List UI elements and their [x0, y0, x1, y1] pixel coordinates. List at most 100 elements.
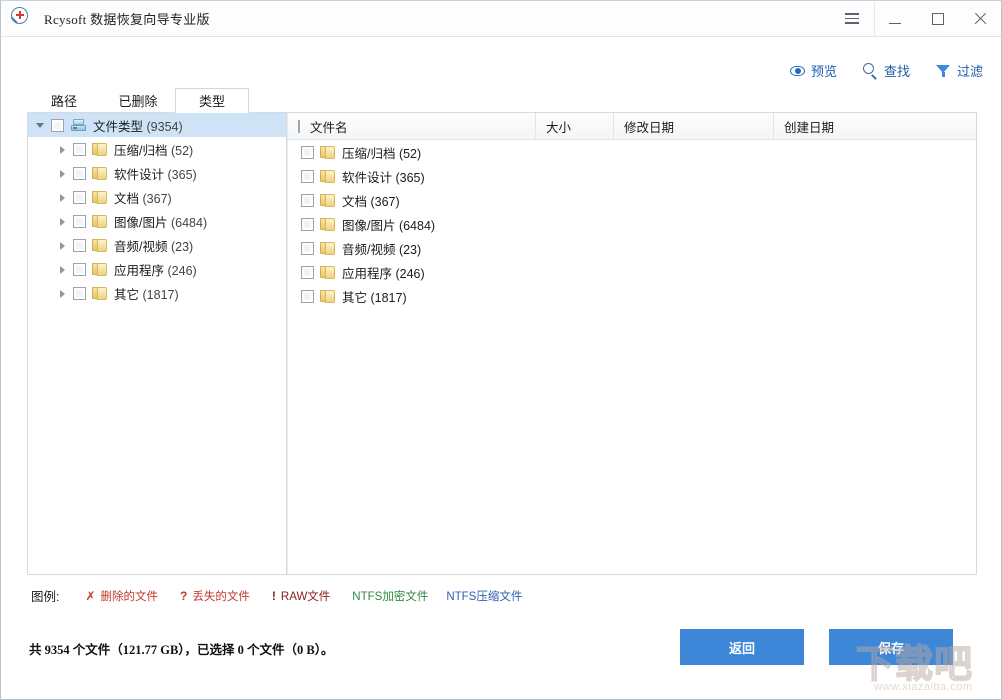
list-item[interactable]: 音频/视频 (23)	[288, 236, 976, 260]
tree-item-label: 软件设计 (365)	[114, 164, 197, 183]
chevron-right-icon[interactable]	[56, 166, 70, 180]
chevron-right-icon[interactable]	[56, 286, 70, 300]
tree-item-name: 应用程序	[114, 264, 164, 278]
maximize-button[interactable]	[917, 1, 959, 36]
select-all-checkbox[interactable]	[298, 120, 300, 133]
hamburger-menu-icon[interactable]	[830, 1, 874, 36]
column-header-size[interactable]: 大小	[536, 113, 614, 139]
back-button[interactable]: 返回	[680, 629, 804, 665]
toolbar-filter-button[interactable]: 过滤	[936, 61, 983, 80]
file-list[interactable]: 文件名 大小 修改日期 创建日期 压缩/归档 (52) 软件设计 (365) 文…	[288, 113, 976, 574]
list-item[interactable]: 文档 (367)	[288, 188, 976, 212]
file-type-tree[interactable]: 文件类型 (9354) 压缩/归档 (52) 软件设计 (36	[28, 113, 287, 574]
legend-title: 图例:	[31, 586, 59, 605]
tree-item-count: (246)	[168, 264, 197, 278]
tree-root-name: 文件类型	[93, 120, 143, 134]
column-header-filename[interactable]: 文件名	[300, 113, 536, 139]
legend-label-deleted: 删除的文件	[101, 588, 159, 604]
view-tabs: 路径 已删除 类型	[27, 87, 249, 113]
column-header-created[interactable]: 创建日期	[774, 113, 976, 139]
tab-deleted[interactable]: 已删除	[101, 88, 175, 113]
list-item[interactable]: 其它 (1817)	[288, 284, 976, 308]
chevron-right-icon[interactable]	[56, 142, 70, 156]
list-item-checkbox[interactable]	[301, 146, 314, 159]
folder-icon	[92, 262, 108, 276]
raw-mark-icon: !	[272, 589, 276, 603]
tree-item-checkbox[interactable]	[73, 239, 86, 252]
drive-icon	[70, 118, 87, 133]
search-icon	[863, 63, 878, 78]
tree-root-checkbox[interactable]	[51, 119, 64, 132]
folder-icon	[92, 286, 108, 300]
tree-root-label: 文件类型 (9354)	[93, 116, 183, 135]
folder-icon	[320, 145, 336, 159]
list-item-checkbox[interactable]	[301, 242, 314, 255]
chevron-right-icon[interactable]	[56, 190, 70, 204]
toolbar-filter-label: 过滤	[957, 61, 983, 80]
list-item[interactable]: 压缩/归档 (52)	[288, 140, 976, 164]
close-button[interactable]	[959, 1, 1001, 36]
select-all-cell[interactable]	[288, 113, 300, 139]
tree-item-checkbox[interactable]	[73, 167, 86, 180]
tree-item-name: 其它	[114, 288, 139, 302]
tree-root-count: (9354)	[147, 120, 183, 134]
tab-type-label: 类型	[199, 91, 225, 110]
deleted-mark-icon: ✗	[85, 589, 95, 603]
chevron-down-icon[interactable]	[34, 118, 48, 132]
tree-row[interactable]: 压缩/归档 (52)	[28, 137, 286, 161]
list-item-name: 压缩/归档 (52)	[342, 143, 421, 162]
list-item[interactable]: 软件设计 (365)	[288, 164, 976, 188]
tree-row[interactable]: 文档 (367)	[28, 185, 286, 209]
folder-icon	[320, 217, 336, 231]
folder-icon	[320, 193, 336, 207]
window-controls	[830, 1, 1001, 36]
tree-item-label: 音频/视频 (23)	[114, 236, 193, 255]
list-item[interactable]: 图像/图片 (6484)	[288, 212, 976, 236]
tree-item-checkbox[interactable]	[73, 263, 86, 276]
tree-item-count: (23)	[171, 240, 193, 254]
tree-item-name: 软件设计	[114, 168, 164, 182]
minimize-button[interactable]	[875, 1, 917, 36]
list-item-checkbox[interactable]	[301, 218, 314, 231]
folder-icon	[320, 289, 336, 303]
lost-mark-icon: ?	[180, 589, 187, 603]
tree-row[interactable]: 音频/视频 (23)	[28, 233, 286, 257]
tree-item-count: (52)	[171, 144, 193, 158]
tree-row[interactable]: 图像/图片 (6484)	[28, 209, 286, 233]
list-item-name: 文档 (367)	[342, 191, 400, 210]
list-item[interactable]: 应用程序 (246)	[288, 260, 976, 284]
tree-item-checkbox[interactable]	[73, 215, 86, 228]
tree-row[interactable]: 应用程序 (246)	[28, 257, 286, 281]
application-window: Rcysoft 数据恢复向导专业版 预览 查找 过滤 路径 已删除 类型	[0, 0, 1002, 700]
toolbar: 预览 查找 过滤	[790, 61, 983, 80]
legend-label-encrypted: NTFS加密文件	[352, 588, 428, 604]
window-title: Rcysoft 数据恢复向导专业版	[44, 9, 210, 28]
tree-item-checkbox[interactable]	[73, 143, 86, 156]
tab-path[interactable]: 路径	[27, 88, 101, 113]
toolbar-preview-button[interactable]: 预览	[790, 61, 837, 80]
save-button[interactable]: 保存	[829, 629, 953, 665]
chevron-right-icon[interactable]	[56, 238, 70, 252]
content-panels: 文件类型 (9354) 压缩/归档 (52) 软件设计 (36	[27, 112, 977, 575]
tree-item-count: (367)	[143, 192, 172, 206]
tree-row[interactable]: 其它 (1817)	[28, 281, 286, 305]
funnel-icon	[936, 64, 951, 78]
column-header-modified[interactable]: 修改日期	[614, 113, 774, 139]
magnifier-plus-icon	[6, 4, 36, 34]
list-item-checkbox[interactable]	[301, 290, 314, 303]
list-item-name: 其它 (1817)	[342, 287, 407, 306]
tree-item-checkbox[interactable]	[73, 191, 86, 204]
chevron-right-icon[interactable]	[56, 262, 70, 276]
chevron-right-icon[interactable]	[56, 214, 70, 228]
list-item-checkbox[interactable]	[301, 266, 314, 279]
legend-bar: 图例: ✗ 删除的文件 ? 丢失的文件 ! RAW文件 NTFS加密文件 NTF…	[31, 586, 540, 605]
list-item-checkbox[interactable]	[301, 194, 314, 207]
tree-item-label: 其它 (1817)	[114, 284, 179, 303]
tree-row[interactable]: 软件设计 (365)	[28, 161, 286, 185]
toolbar-search-button[interactable]: 查找	[863, 61, 910, 80]
tree-item-checkbox[interactable]	[73, 287, 86, 300]
tree-row-root[interactable]: 文件类型 (9354)	[28, 113, 286, 137]
eye-icon	[790, 63, 805, 78]
list-item-checkbox[interactable]	[301, 170, 314, 183]
tab-type[interactable]: 类型	[175, 88, 249, 113]
